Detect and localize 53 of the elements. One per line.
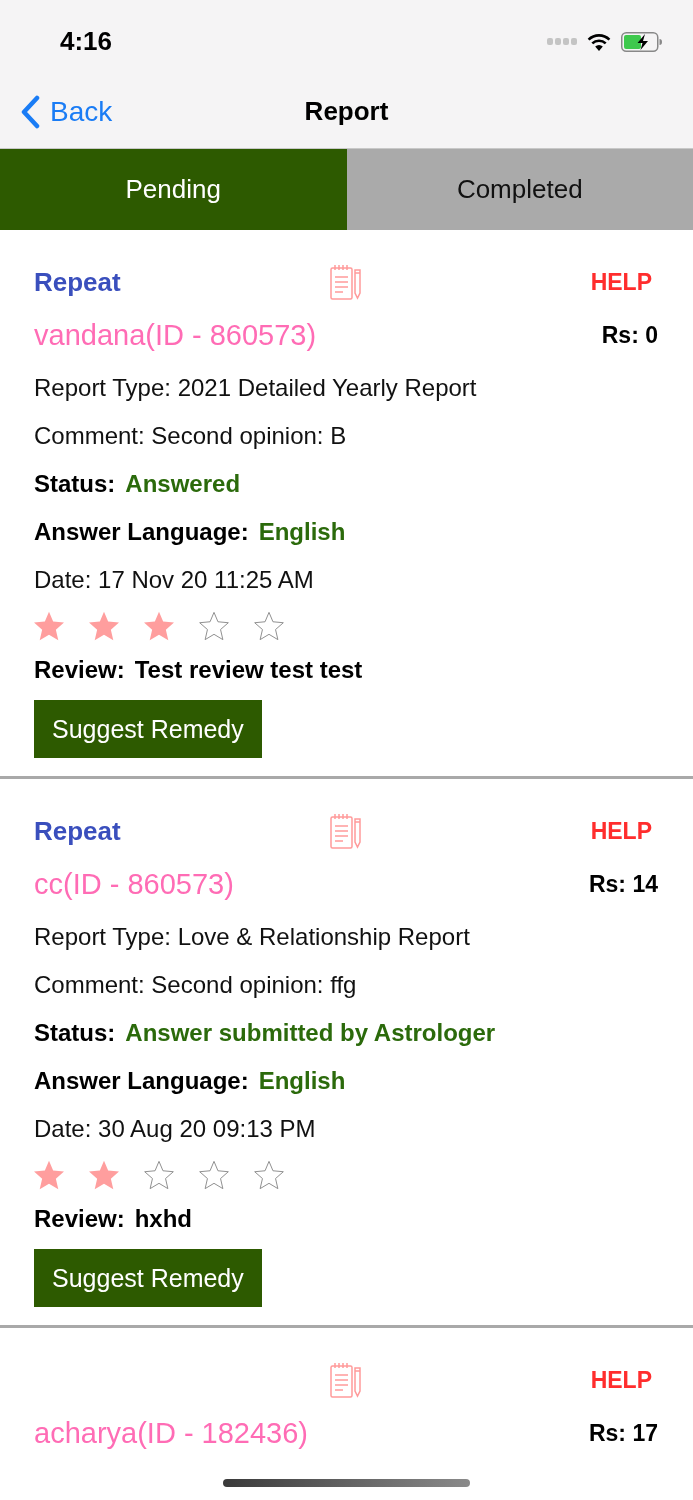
filled-star-icon — [89, 611, 119, 641]
page-title: Report — [304, 96, 389, 127]
suggest-remedy-button[interactable]: Suggest Remedy — [34, 700, 262, 758]
customer-name: acharya(ID - 182436) — [34, 1416, 309, 1450]
notepad-pencil-icon[interactable] — [330, 813, 362, 849]
date-text: Date: 30 Aug 20 09:13 PM — [34, 1115, 316, 1143]
filled-star-icon — [144, 611, 174, 641]
comment-text: Comment: Second opinion: ffg — [34, 971, 357, 999]
tab[interactable]: Completed — [346, 149, 693, 230]
tab[interactable]: Pending — [0, 149, 347, 230]
back-button[interactable]: Back — [20, 94, 113, 129]
amount-text: Rs: 14 — [588, 870, 658, 898]
help-link[interactable]: HELP — [590, 817, 652, 845]
amount-text: Rs: 17 — [588, 1419, 658, 1447]
status-label: Status: — [34, 470, 116, 498]
notepad-pencil-icon[interactable] — [330, 1362, 362, 1398]
status-time: 4:16 — [60, 26, 113, 57]
review-label: Review: — [34, 656, 125, 684]
date-text: Date: 17 Nov 20 11:25 AM — [34, 566, 314, 594]
suggest-remedy-button[interactable]: Suggest Remedy — [34, 1249, 262, 1307]
wifi-icon — [587, 32, 611, 51]
review-text: hxhd — [134, 1205, 193, 1233]
status-label: Status: — [34, 1019, 116, 1047]
amount-text: Rs: 0 — [601, 321, 658, 349]
help-link[interactable]: HELP — [590, 268, 652, 296]
answer-language-label: Answer Language: — [34, 518, 249, 546]
empty-star-icon — [199, 611, 229, 641]
status-value: Answered — [125, 470, 241, 498]
empty-star-icon — [254, 1160, 284, 1190]
back-chevron-icon — [20, 94, 40, 129]
status-value: Answer submitted by Astrologer — [125, 1019, 496, 1047]
repeat-link[interactable]: Repeat — [34, 815, 121, 847]
filled-star-icon — [34, 611, 64, 641]
answer-language-value: English — [258, 518, 346, 546]
empty-star-icon — [254, 611, 284, 641]
answer-language-value: English — [258, 1067, 346, 1095]
help-link[interactable]: HELP — [590, 1366, 652, 1394]
customer-name: vandana(ID - 860573) — [34, 318, 317, 352]
notepad-pencil-icon[interactable] — [330, 264, 362, 300]
answer-language-label: Answer Language: — [34, 1067, 249, 1095]
review-label: Review: — [34, 1205, 125, 1233]
customer-name: cc(ID - 860573) — [34, 867, 234, 901]
comment-text: Comment: Second opinion: B — [34, 422, 347, 450]
filled-star-icon — [34, 1160, 64, 1190]
cellular-signal-icon — [547, 38, 577, 45]
report-type-text: Report Type: Love & Relationship Report — [34, 923, 470, 951]
review-text: Test review test test — [134, 656, 363, 684]
empty-star-icon — [199, 1160, 229, 1190]
report-type-text: Report Type: 2021 Detailed Yearly Report — [34, 374, 477, 402]
battery-charging-icon — [621, 31, 663, 52]
repeat-link[interactable]: Repeat — [34, 266, 121, 298]
filled-star-icon — [89, 1160, 119, 1190]
empty-star-icon — [144, 1160, 174, 1190]
